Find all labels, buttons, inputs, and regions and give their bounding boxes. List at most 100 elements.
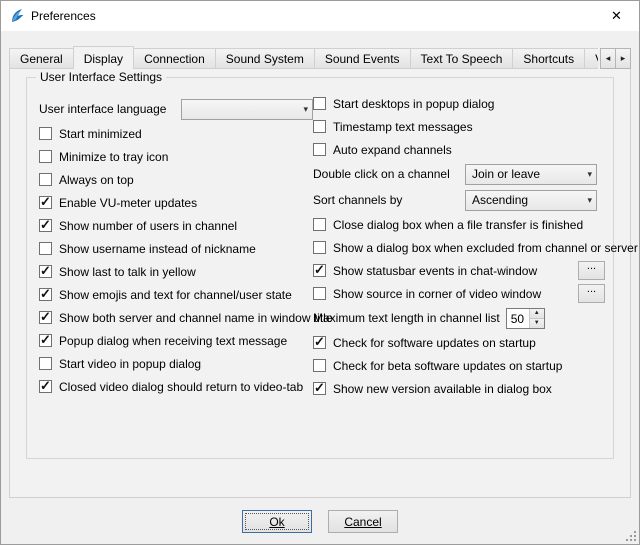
user-interface-settings-group: User Interface Settings User interface l… — [26, 77, 614, 459]
checkbox-label: Popup dialog when receiving text message — [59, 334, 287, 348]
checkbox-row-start-minimized[interactable]: Start minimized — [39, 122, 313, 145]
checkbox-row-last-to-talk[interactable]: Show last to talk in yellow — [39, 260, 313, 283]
checkbox-row-minimize-to-tray[interactable]: Minimize to tray icon — [39, 145, 313, 168]
checkbox-label: Show new version available in dialog box — [333, 382, 552, 396]
max-text-length-value[interactable]: 50 — [507, 309, 529, 328]
checkbox-row-auto-expand[interactable]: Auto expand channels — [313, 138, 605, 161]
checkbox[interactable] — [39, 265, 52, 278]
checkbox-row-popup-text-message[interactable]: Popup dialog when receiving text message — [39, 329, 313, 352]
tab-text-to-speech[interactable]: Text To Speech — [410, 48, 514, 69]
checkbox-row-check-beta-updates[interactable]: Check for beta software updates on start… — [313, 354, 605, 377]
sort-channels-label: Sort channels by — [313, 193, 465, 207]
tab-scroll-left-icon[interactable]: ◂ — [600, 48, 616, 69]
tab-general[interactable]: General — [9, 48, 74, 69]
max-text-length-stepper[interactable]: 50 ▲ ▼ — [506, 308, 545, 329]
checkbox-label: Close dialog box when a file transfer is… — [333, 218, 583, 232]
tab-sound-system[interactable]: Sound System — [215, 48, 315, 69]
sort-channels-value: Ascending — [472, 193, 528, 207]
close-icon[interactable]: ✕ — [594, 1, 639, 31]
checkbox[interactable] — [313, 120, 326, 133]
app-icon — [9, 8, 25, 24]
checkbox-row-show-user-count[interactable]: Show number of users in channel — [39, 214, 313, 237]
tab-sound-events[interactable]: Sound Events — [314, 48, 411, 69]
group-title: User Interface Settings — [36, 70, 166, 84]
checkbox-label: Minimize to tray icon — [59, 150, 168, 164]
checkbox-row-video-source-corner[interactable]: Show source in corner of video window ..… — [313, 282, 605, 305]
video-source-more-button[interactable]: ... — [578, 284, 605, 303]
checkbox-row-server-channel-title[interactable]: Show both server and channel name in win… — [39, 306, 313, 329]
checkbox[interactable] — [39, 357, 52, 370]
checkbox-row-vu-meter[interactable]: Enable VU-meter updates — [39, 191, 313, 214]
checkbox-label: Check for beta software updates on start… — [333, 359, 562, 373]
checkbox-row-desktops-popup[interactable]: Start desktops in popup dialog — [313, 92, 605, 115]
checkbox[interactable] — [313, 218, 326, 231]
checkbox-label: Show emojis and text for channel/user st… — [59, 288, 292, 302]
double-click-label: Double click on a channel — [313, 167, 465, 181]
checkbox[interactable] — [313, 336, 326, 349]
ok-button[interactable]: Ok — [242, 510, 312, 533]
checkbox-label: Show a dialog box when excluded from cha… — [333, 241, 638, 255]
right-column: Start desktops in popup dialog Timestamp… — [313, 92, 605, 400]
checkbox-row-excluded-dialog[interactable]: Show a dialog box when excluded from cha… — [313, 236, 605, 259]
display-tab-panel: User Interface Settings User interface l… — [9, 68, 631, 498]
checkbox[interactable] — [39, 288, 52, 301]
window-title: Preferences — [31, 9, 96, 23]
double-click-select[interactable]: Join or leave ▾ — [465, 164, 597, 185]
statusbar-events-more-button[interactable]: ... — [578, 261, 605, 280]
language-select[interactable]: ▾ — [181, 99, 313, 120]
checkbox-row-timestamp-messages[interactable]: Timestamp text messages — [313, 115, 605, 138]
checkbox-row-check-updates[interactable]: Check for software updates on startup — [313, 331, 605, 354]
checkbox-row-new-version-dialog[interactable]: Show new version available in dialog box — [313, 377, 605, 400]
checkbox[interactable] — [39, 311, 52, 324]
checkbox-label: Show number of users in channel — [59, 219, 237, 233]
checkbox[interactable] — [313, 382, 326, 395]
checkbox[interactable] — [39, 173, 52, 186]
tab-scroll-right-icon[interactable]: ▸ — [615, 48, 631, 69]
checkbox[interactable] — [313, 264, 326, 277]
checkbox-row-close-on-transfer[interactable]: Close dialog box when a file transfer is… — [313, 213, 605, 236]
checkbox[interactable] — [313, 287, 326, 300]
checkbox-row-statusbar-events[interactable]: Show statusbar events in chat-window ... — [313, 259, 605, 282]
checkbox[interactable] — [39, 150, 52, 163]
titlebar[interactable]: Preferences ✕ — [1, 1, 639, 31]
checkbox-row-video-popup[interactable]: Start video in popup dialog — [39, 352, 313, 375]
tab-shortcuts[interactable]: Shortcuts — [512, 48, 585, 69]
checkbox[interactable] — [313, 97, 326, 110]
left-column: User interface language ▾ Start minimize… — [39, 96, 313, 398]
dialog-footer: Ok Cancel — [1, 510, 639, 534]
checkbox-row-username-instead-nickname[interactable]: Show username instead of nickname — [39, 237, 313, 260]
checkbox[interactable] — [39, 196, 52, 209]
checkbox-row-closed-video-return[interactable]: Closed video dialog should return to vid… — [39, 375, 313, 398]
checkbox[interactable] — [39, 127, 52, 140]
max-text-length-row: Maximum text length in channel list 50 ▲… — [313, 305, 605, 331]
tab-bar: General Display Connection Sound System … — [9, 45, 631, 69]
checkbox-label: Show statusbar events in chat-window — [333, 264, 537, 278]
checkbox-row-emojis-text[interactable]: Show emojis and text for channel/user st… — [39, 283, 313, 306]
max-text-length-label: Maximum text length in channel list — [313, 311, 500, 325]
checkbox[interactable] — [313, 241, 326, 254]
checkbox-label: Start video in popup dialog — [59, 357, 201, 371]
checkbox[interactable] — [39, 242, 52, 255]
checkbox[interactable] — [313, 359, 326, 372]
cancel-button[interactable]: Cancel — [328, 510, 398, 533]
spin-down-icon[interactable]: ▼ — [530, 318, 544, 328]
checkbox[interactable] — [39, 334, 52, 347]
checkbox-label: Show last to talk in yellow — [59, 265, 196, 279]
checkbox-row-always-on-top[interactable]: Always on top — [39, 168, 313, 191]
tab-display[interactable]: Display — [73, 46, 134, 69]
checkbox-label: Enable VU-meter updates — [59, 196, 197, 210]
preferences-dialog: Preferences ✕ General Display Connection… — [0, 0, 640, 545]
resize-grip[interactable] — [624, 529, 637, 542]
sort-channels-select[interactable]: Ascending ▾ — [465, 190, 597, 211]
checkbox[interactable] — [313, 143, 326, 156]
checkbox[interactable] — [39, 219, 52, 232]
checkbox-label: Show source in corner of video window — [333, 287, 541, 301]
checkbox[interactable] — [39, 380, 52, 393]
tab-connection[interactable]: Connection — [133, 48, 216, 69]
spin-up-icon[interactable]: ▲ — [530, 309, 544, 318]
chevron-down-icon: ▾ — [583, 195, 592, 206]
chevron-down-icon: ▾ — [299, 104, 308, 115]
double-click-row: Double click on a channel Join or leave … — [313, 161, 605, 187]
checkbox-label: Start minimized — [59, 127, 142, 141]
chevron-down-icon: ▾ — [583, 169, 592, 180]
